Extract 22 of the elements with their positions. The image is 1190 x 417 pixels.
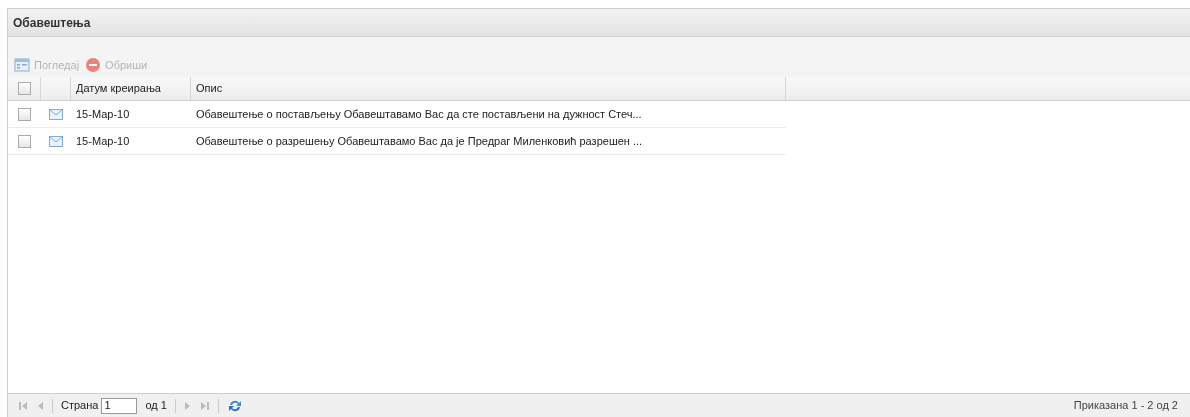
table-cell-text: 15-Мар-10 bbox=[75, 106, 131, 122]
page-label: Страна bbox=[61, 398, 99, 414]
first-page-icon[interactable] bbox=[18, 400, 28, 411]
list-view-icon bbox=[14, 56, 30, 73]
envelope-icon bbox=[49, 135, 63, 147]
column-header[interactable]: Датум креирања bbox=[71, 77, 191, 100]
column-header[interactable]: Опис bbox=[191, 77, 786, 100]
envelope-icon bbox=[49, 108, 63, 120]
last-page-icon[interactable] bbox=[199, 400, 210, 411]
next-page-icon[interactable] bbox=[183, 400, 192, 411]
minus-circle-icon bbox=[85, 56, 102, 73]
previous-page-icon[interactable] bbox=[36, 400, 44, 411]
checkbox[interactable] bbox=[18, 134, 31, 148]
checkbox[interactable] bbox=[18, 107, 31, 121]
checkbox[interactable] bbox=[17, 82, 31, 95]
table-cell-text: Обавештење о разрешењу Обавештавамо Вас да је Предраг Миленковић разрешен ... bbox=[195, 133, 644, 149]
table-cell-text: 15-Мар-10 bbox=[75, 133, 131, 149]
page-input[interactable]: 1 bbox=[101, 397, 138, 414]
pagination-summary: Приказана 1 - 2 од 2 bbox=[1073, 398, 1179, 414]
table-cell-text: Обавештење о постављењу Обавештавамо Вас да сте постављени на дужност Стеч... bbox=[195, 106, 643, 122]
page-count-label: од 1 bbox=[145, 398, 167, 414]
panel-title: Обавештења bbox=[13, 14, 91, 32]
